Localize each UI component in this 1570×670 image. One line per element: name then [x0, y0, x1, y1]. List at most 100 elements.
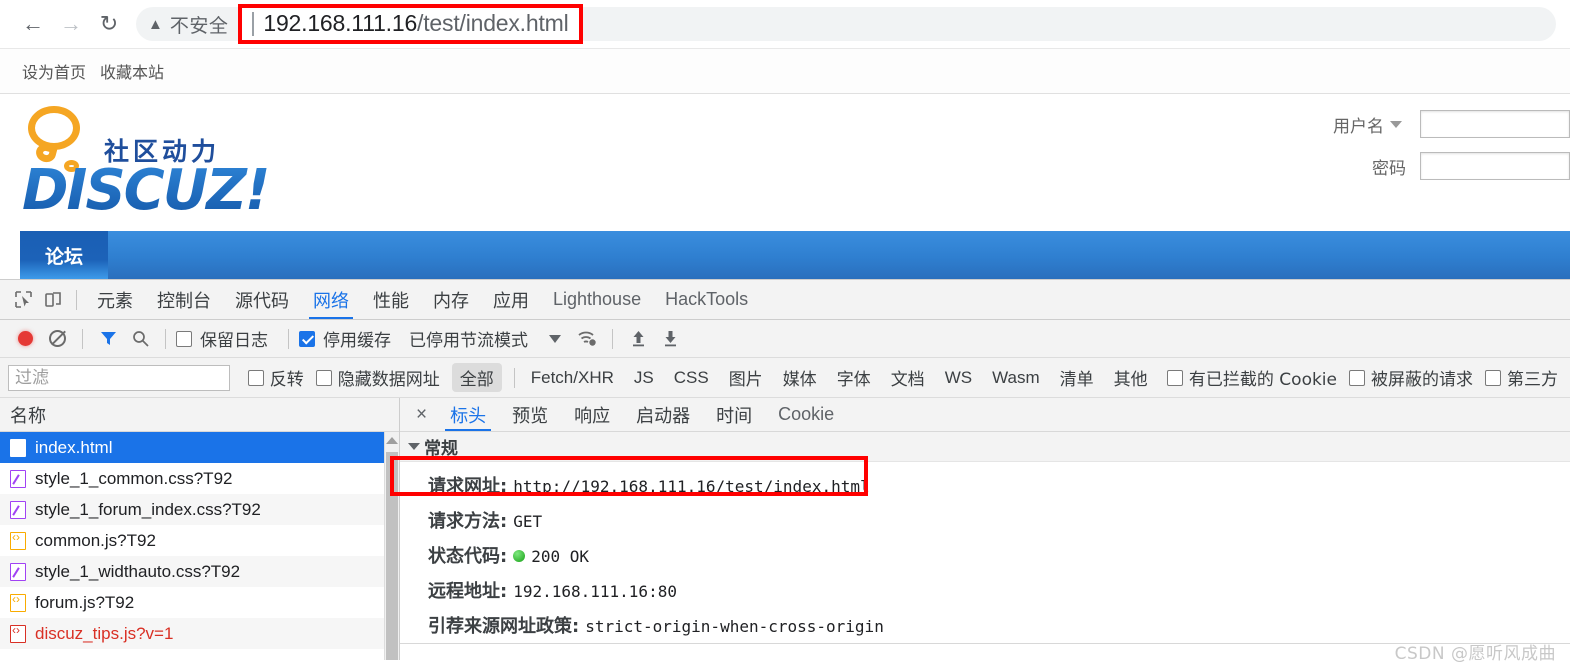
username-input[interactable]: [1420, 110, 1570, 138]
css-file-icon: [10, 500, 26, 519]
referrer-policy-value: strict-origin-when-cross-origin: [585, 617, 884, 636]
disable-cache-checkbox[interactable]: [299, 330, 315, 347]
reload-button[interactable]: ↻: [90, 5, 128, 43]
tab-network[interactable]: 网络: [301, 280, 361, 319]
detail-tab-timing[interactable]: 时间: [703, 398, 765, 431]
network-filter-bar: 过滤 反转 隐藏数据网址 全部 Fetch/XHR JS CSS 图片 媒体 字…: [0, 358, 1570, 398]
general-section-title: 常规: [424, 439, 458, 459]
type-filter-other[interactable]: 其他: [1106, 363, 1156, 392]
detail-tab-initiator[interactable]: 启动器: [623, 398, 703, 431]
js-file-icon: [10, 592, 26, 612]
forward-button[interactable]: →: [52, 5, 90, 43]
tab-memory[interactable]: 内存: [421, 280, 481, 319]
table-row[interactable]: common.js?T92: [0, 525, 399, 556]
detail-tab-preview[interactable]: 预览: [499, 398, 561, 431]
status-success-icon: [513, 550, 526, 562]
table-row[interactable]: style_1_widthauto.css?T92: [0, 556, 399, 587]
tab-application[interactable]: 应用: [481, 280, 541, 319]
export-har-button[interactable]: [655, 324, 685, 354]
type-filter-ws[interactable]: WS: [937, 366, 980, 390]
js-error-file-icon: [10, 623, 26, 643]
discuz-logo[interactable]: 社区动力 DISCUZ!: [20, 102, 280, 223]
request-url-row: 请求网址: http://192.168.111.16/test/index.h…: [390, 456, 1570, 498]
tab-sources[interactable]: 源代码: [223, 280, 301, 319]
close-icon[interactable]: ×: [406, 404, 437, 426]
speech-bubble-icon: [28, 106, 80, 150]
password-input[interactable]: [1420, 152, 1570, 180]
tab-elements[interactable]: 元素: [85, 280, 145, 319]
devtools-panel: 元素 控制台 源代码 网络 性能 内存 应用 Lighthouse HackTo…: [0, 279, 1570, 660]
tab-lighthouse[interactable]: Lighthouse: [541, 280, 653, 319]
table-row[interactable]: style_1_forum_index.css?T92: [0, 494, 399, 525]
detail-tab-headers[interactable]: 标头: [437, 398, 499, 431]
type-filter-css[interactable]: CSS: [666, 366, 717, 390]
bookmark-site-link[interactable]: 收藏本站: [100, 59, 164, 83]
type-filter-media[interactable]: 媒体: [775, 363, 825, 392]
site-header: 社区动力 DISCUZ! 用户名 密码 论坛: [0, 94, 1570, 279]
hide-data-urls-label: 隐藏数据网址: [337, 370, 440, 390]
network-conditions-button[interactable]: [572, 324, 602, 354]
tab-performance[interactable]: 性能: [361, 280, 421, 319]
type-filter-js[interactable]: JS: [626, 366, 662, 390]
nav-tab-forum[interactable]: 论坛: [20, 231, 108, 279]
devtools-tabbar: 元素 控制台 源代码 网络 性能 内存 应用 Lighthouse HackTo…: [0, 280, 1570, 320]
html-file-icon: [10, 438, 26, 457]
type-filter-manifest[interactable]: 清单: [1052, 363, 1102, 392]
scroll-up-icon[interactable]: [386, 437, 398, 444]
network-toolbar: 保留日志 停用缓存 已停用节流模式: [0, 320, 1570, 358]
type-filter-all[interactable]: 全部: [451, 363, 502, 392]
third-party-checkbox[interactable]: [1485, 369, 1501, 386]
request-detail-pane: × 标头 预览 响应 启动器 时间 Cookie 常规 请求网址: http:/…: [390, 398, 1570, 660]
tab-hacktools[interactable]: HackTools: [653, 280, 760, 319]
throttling-label[interactable]: 已停用节流模式: [409, 326, 528, 351]
set-homepage-link[interactable]: 设为首页: [22, 59, 86, 83]
filter-input[interactable]: 过滤: [8, 364, 230, 391]
preserve-log-label: 保留日志: [200, 331, 268, 351]
hide-data-urls-checkbox[interactable]: [315, 369, 332, 386]
back-button[interactable]: ←: [14, 5, 52, 43]
not-secure-label: 不安全: [169, 15, 229, 37]
record-button[interactable]: [10, 324, 40, 354]
referrer-policy-key: 引荐来源网址政策:: [428, 616, 580, 637]
request-url-key: 请求网址:: [428, 476, 508, 497]
type-filter-wasm[interactable]: Wasm: [984, 366, 1048, 390]
request-method-key: 请求方法:: [428, 511, 508, 532]
invert-checkbox[interactable]: [247, 369, 264, 386]
table-row[interactable]: style_1_common.css?T92: [0, 463, 399, 494]
toolbar-divider: [82, 328, 83, 349]
blocked-requests-label: 被屏蔽的请求: [1371, 370, 1473, 390]
detail-tab-cookies[interactable]: Cookie: [765, 398, 847, 431]
blocked-requests-checkbox[interactable]: [1349, 369, 1365, 386]
request-name: common.js?T92: [35, 530, 156, 550]
type-filter-doc[interactable]: 文档: [883, 363, 933, 392]
type-filter-fetch-xhr[interactable]: Fetch/XHR: [523, 366, 622, 390]
request-list-scrollbar[interactable]: [384, 432, 399, 660]
detail-tab-response[interactable]: 响应: [561, 398, 623, 431]
blocked-cookies-checkbox[interactable]: [1166, 369, 1183, 386]
chevron-down-icon[interactable]: [1390, 120, 1402, 128]
preserve-log-checkbox[interactable]: [176, 330, 192, 347]
request-list: 名称 index.html style_1_common.css?T92 sty…: [0, 398, 400, 660]
type-filter-font[interactable]: 字体: [829, 363, 879, 392]
type-filter-img[interactable]: 图片: [721, 363, 771, 392]
tab-console[interactable]: 控制台: [145, 280, 223, 319]
inspect-element-icon[interactable]: [8, 285, 38, 315]
import-har-button[interactable]: [623, 324, 653, 354]
table-row[interactable]: discuz_tips.js?v=1: [0, 618, 399, 649]
invert-label: 反转: [269, 370, 304, 390]
filter-toggle-button[interactable]: [93, 324, 123, 354]
request-name: style_1_widthauto.css?T92: [35, 561, 241, 581]
search-button[interactable]: [125, 324, 155, 354]
general-section-header[interactable]: 常规: [400, 432, 1570, 462]
table-row[interactable]: forum.js?T92: [0, 587, 399, 618]
clear-button[interactable]: [42, 324, 72, 354]
request-name: index.html: [35, 437, 113, 457]
device-toolbar-icon[interactable]: [38, 285, 68, 315]
throttling-dropdown[interactable]: [540, 324, 570, 354]
address-bar[interactable]: ▲ 不安全 192.168.111.16 /test/index.html: [136, 4, 1556, 44]
request-url-value: http://192.168.111.16/test/index.html: [513, 477, 870, 496]
scrollbar-thumb[interactable]: [386, 452, 398, 660]
table-row[interactable]: index.html: [0, 432, 399, 463]
request-name: style_1_forum_index.css?T92: [35, 499, 261, 519]
status-code-value: 200 OK: [513, 547, 589, 566]
